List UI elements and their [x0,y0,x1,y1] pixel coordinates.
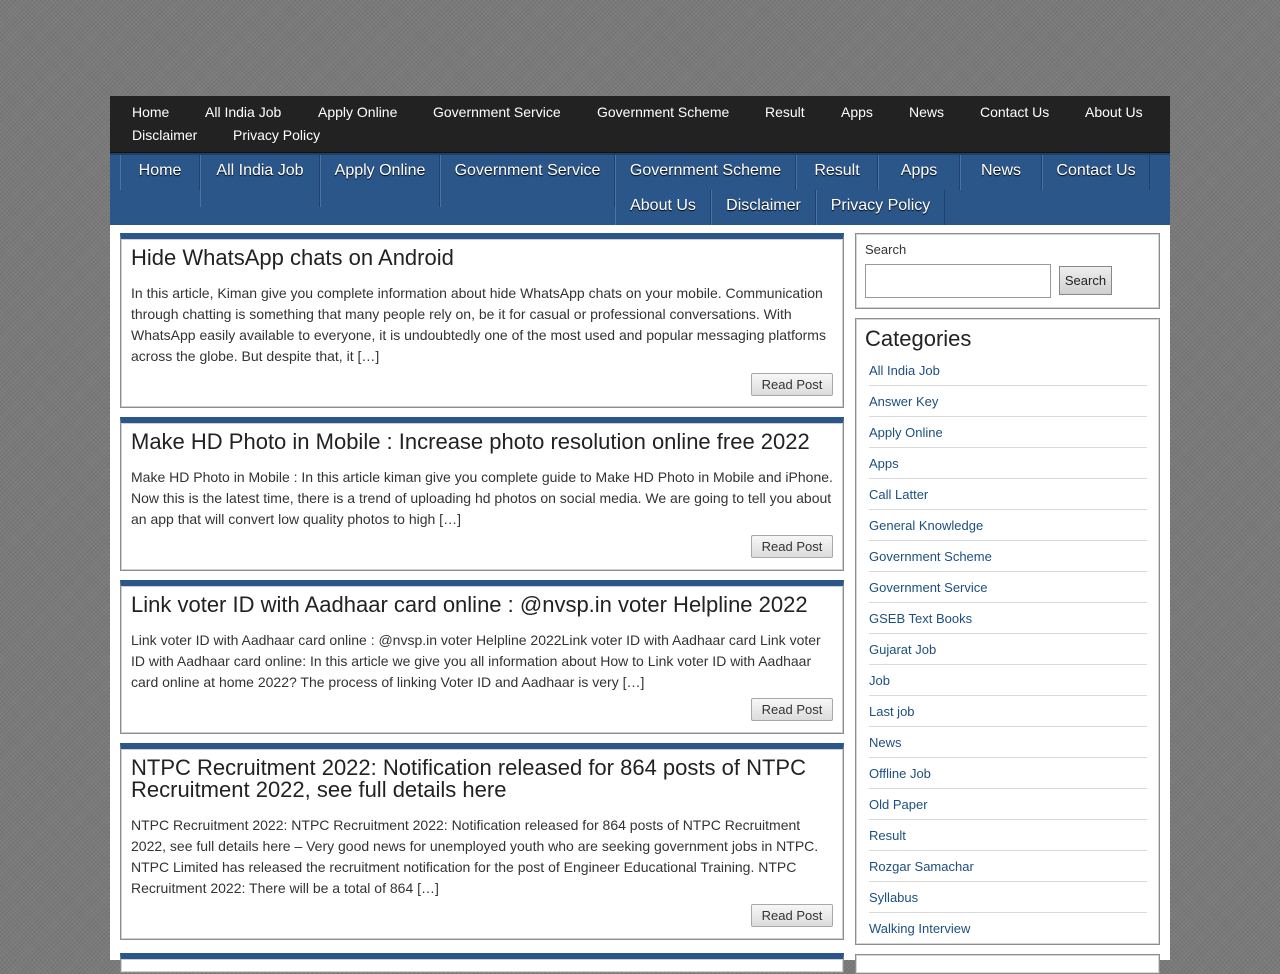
top-menu-result[interactable]: Result [765,103,805,121]
top-menu-government-service[interactable]: Government Service [433,103,561,121]
top-menu-news[interactable]: News [909,103,944,121]
top-menu-about-us[interactable]: About Us [1085,103,1143,121]
top-menu-contact-us[interactable]: Contact Us [980,103,1049,121]
category-link[interactable]: Old Paper [869,790,1147,820]
category-link[interactable]: Walking Interview [869,914,1147,943]
read-post-button[interactable]: Read Post [751,904,833,927]
nav-apply-online[interactable]: Apply Online [320,155,440,207]
category-link[interactable]: Call Latter [869,480,1147,510]
top-menu-home[interactable]: Home [132,103,169,121]
top-menu-privacy-policy[interactable]: Privacy Policy [233,126,320,144]
post-title[interactable]: Make HD Photo in Mobile : Increase photo… [131,431,831,453]
category-link[interactable]: GSEB Text Books [869,604,1147,634]
category-link[interactable]: Answer Key [869,387,1147,417]
read-post-button[interactable]: Read Post [751,535,833,558]
category-link[interactable]: General Knowledge [869,511,1147,541]
post-card: Make HD Photo in Mobile : Increase photo… [120,417,844,571]
category-link[interactable]: Apply Online [869,418,1147,448]
post-title[interactable]: Link voter ID with Aadhaar card online :… [131,594,831,616]
search-widget: Search Search [855,233,1160,309]
top-menu: Home All India Job Apply Online Governme… [110,96,1170,153]
post-title[interactable]: NTPC Recruitment 2022: Notification rele… [131,757,831,801]
post-excerpt: NTPC Recruitment 2022: NTPC Recruitment … [131,817,819,896]
categories-title: Categories [865,326,972,351]
category-link[interactable]: Offline Job [869,759,1147,789]
category-link[interactable]: Syllabus [869,883,1147,913]
top-menu-government-scheme[interactable]: Government Scheme [597,103,729,121]
post-excerpt: Make HD Photo in Mobile : In this articl… [131,469,833,527]
post-card: NTPC Recruitment 2022: Notification rele… [120,743,844,940]
nav-result[interactable]: Result [796,155,878,190]
category-link[interactable]: Last job [869,697,1147,727]
search-label: Search [865,242,907,257]
category-link[interactable]: Apps [869,449,1147,479]
top-menu-disclaimer[interactable]: Disclaimer [132,126,197,144]
categories-list: All India Job Answer Key Apply Online Ap… [869,356,1147,944]
categories-widget: Categories All India Job Answer Key Appl… [855,318,1160,945]
nav-disclaimer[interactable]: Disclaimer [711,190,816,225]
post-card: Link voter ID with Aadhaar card online :… [120,580,844,734]
category-link[interactable]: Rozgar Samachar [869,852,1147,882]
search-button[interactable]: Search [1059,266,1112,295]
post-card [120,953,844,973]
nav-news[interactable]: News [960,155,1042,190]
search-input[interactable] [865,264,1051,298]
post-excerpt: Link voter ID with Aadhaar card online :… [131,632,821,690]
sidebar-widget [855,954,1160,974]
nav-apps[interactable]: Apps [878,155,960,190]
nav-home[interactable]: Home [120,155,200,190]
nav-about-us[interactable]: About Us [615,190,711,225]
top-menu-apply-online[interactable]: Apply Online [318,103,397,121]
read-post-button[interactable]: Read Post [751,698,833,721]
category-link[interactable]: Result [869,821,1147,851]
nav-government-scheme[interactable]: Government Scheme [615,155,796,190]
main-nav: Home All India Job Apply Online Governme… [110,153,1170,225]
nav-privacy-policy[interactable]: Privacy Policy [816,190,945,225]
top-menu-apps[interactable]: Apps [841,103,873,121]
read-post-button[interactable]: Read Post [751,373,833,396]
post-card: Hide WhatsApp chats on Android In this a… [120,233,844,408]
category-link[interactable]: Gujarat Job [869,635,1147,665]
nav-government-service[interactable]: Government Service [440,155,615,207]
page-container: Home All India Job Apply Online Governme… [110,96,1170,974]
nav-contact-us[interactable]: Contact Us [1042,155,1150,190]
top-menu-all-india-job[interactable]: All India Job [205,103,281,121]
post-title[interactable]: Hide WhatsApp chats on Android [131,247,831,269]
nav-all-india-job[interactable]: All India Job [200,155,320,207]
category-link[interactable]: Job [869,666,1147,696]
category-link[interactable]: Government Scheme [869,542,1147,572]
category-link[interactable]: News [869,728,1147,758]
category-link[interactable]: Government Service [869,573,1147,603]
category-link[interactable]: All India Job [869,356,1147,386]
post-excerpt: In this article, Kiman give you complete… [131,285,826,364]
